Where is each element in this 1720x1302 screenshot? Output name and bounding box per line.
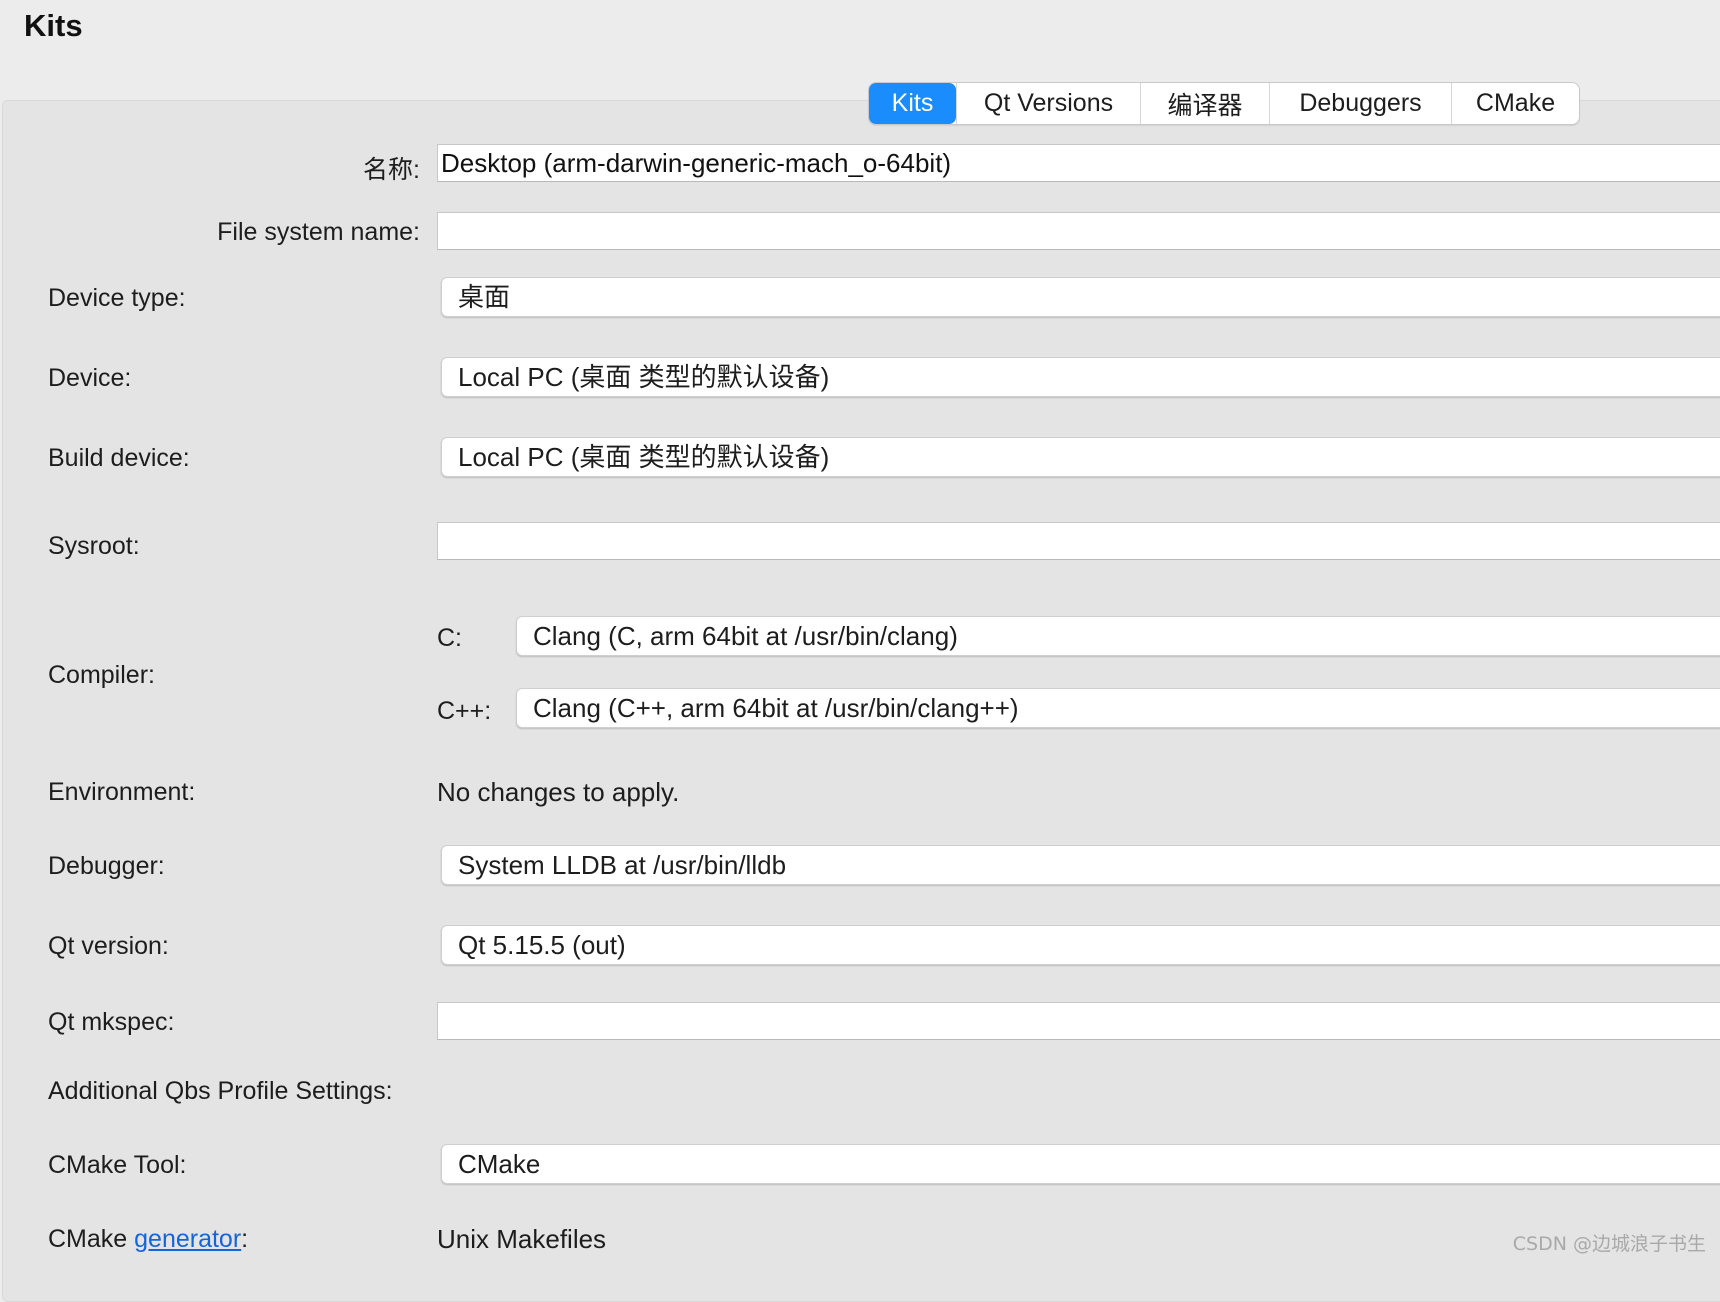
qt-mkspec-label: Qt mkspec:: [48, 1008, 174, 1037]
tab-cmake[interactable]: CMake: [1451, 83, 1579, 124]
environment-label: Environment:: [48, 778, 195, 807]
build-device-select[interactable]: Local PC (桌面 类型的默认设备): [441, 437, 1720, 477]
cmake-tool-label: CMake Tool:: [48, 1151, 187, 1180]
qbs-profile-settings-label: Additional Qbs Profile Settings:: [48, 1077, 393, 1106]
cmake-generator-link[interactable]: generator: [134, 1225, 241, 1253]
qt-mkspec-input[interactable]: [437, 1002, 1720, 1040]
device-type-select[interactable]: 桌面: [441, 277, 1720, 317]
device-label: Device:: [48, 364, 131, 393]
compiler-c-label: C:: [437, 624, 462, 653]
cmake-generator-label-suffix: :: [241, 1225, 248, 1253]
tab-qt-versions[interactable]: Qt Versions: [956, 83, 1140, 124]
watermark: CSDN @边城浪子书生: [1513, 1229, 1706, 1256]
tab-kits[interactable]: Kits: [869, 83, 956, 124]
tab-compilers[interactable]: 编译器: [1140, 83, 1269, 124]
compiler-label: Compiler:: [48, 661, 155, 690]
compiler-cpp-select[interactable]: Clang (C++, arm 64bit at /usr/bin/clang+…: [516, 688, 1720, 728]
file-system-name-label: File system name:: [0, 218, 420, 247]
file-system-name-input[interactable]: [437, 212, 1720, 250]
device-type-label: Device type:: [48, 284, 186, 313]
environment-value: No changes to apply.: [437, 777, 679, 808]
page-title: Kits: [24, 8, 83, 44]
sysroot-label: Sysroot:: [48, 532, 140, 561]
debugger-label: Debugger:: [48, 852, 165, 881]
name-input[interactable]: Desktop (arm-darwin-generic-mach_o-64bit…: [437, 144, 1720, 182]
build-device-label: Build device:: [48, 444, 190, 473]
cmake-generator-label-prefix: CMake: [48, 1225, 127, 1253]
sysroot-input[interactable]: [437, 522, 1720, 560]
compiler-c-select[interactable]: Clang (C, arm 64bit at /usr/bin/clang): [516, 616, 1720, 656]
debugger-select[interactable]: System LLDB at /usr/bin/lldb: [441, 845, 1720, 885]
cmake-generator-label: CMake generator:: [48, 1225, 248, 1254]
name-label: 名称:: [0, 150, 420, 186]
cmake-tool-select[interactable]: CMake: [441, 1144, 1720, 1184]
tab-bar: Kits Qt Versions 编译器 Debuggers CMake: [868, 82, 1580, 125]
device-select[interactable]: Local PC (桌面 类型的默认设备): [441, 357, 1720, 397]
tab-debuggers[interactable]: Debuggers: [1269, 83, 1451, 124]
cmake-generator-value: Unix Makefiles: [437, 1224, 606, 1255]
qt-version-label: Qt version:: [48, 932, 169, 961]
qt-version-select[interactable]: Qt 5.15.5 (out): [441, 925, 1720, 965]
compiler-cpp-label: C++:: [437, 697, 491, 726]
